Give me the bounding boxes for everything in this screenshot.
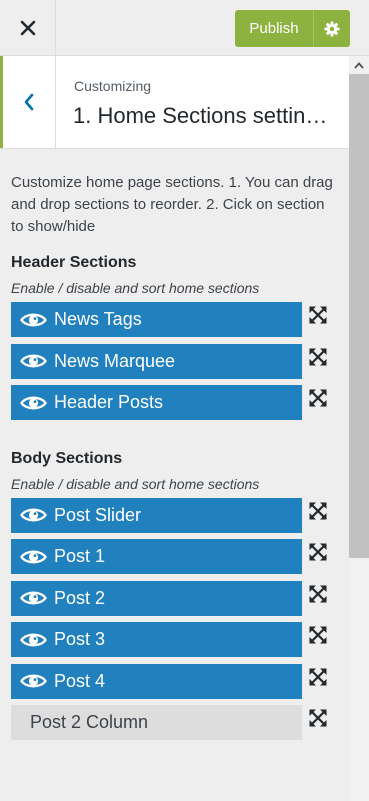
section-label: Post 2 Column (30, 712, 149, 732)
eye-icon (20, 588, 47, 608)
header-sections-subtitle: Enable / disable and sort home sections (11, 280, 260, 296)
drag-handle-icon[interactable] (307, 541, 329, 563)
section-label: Post 4 (54, 670, 106, 691)
scrollbar-thumb[interactable] (349, 74, 369, 558)
drag-handle-icon[interactable] (307, 583, 329, 605)
scroll-up-button[interactable] (349, 56, 369, 74)
breadcrumb: Customizing (74, 78, 152, 94)
section-toggle[interactable]: Post 2 Column (11, 705, 302, 740)
header-sections-title: Header Sections (11, 254, 137, 271)
section-toggle[interactable]: News Tags (11, 302, 302, 337)
section-toggle[interactable]: Post 2 (11, 580, 302, 616)
section-label: Post 3 (54, 629, 106, 649)
section-toggle[interactable]: Header Posts (11, 385, 302, 420)
publish-settings-button[interactable] (313, 10, 350, 47)
description: Customize home page sections. 1. You can… (11, 174, 333, 235)
eye-icon (20, 310, 47, 330)
body-sections-list: Post Slider Post 1 Post 2 Post 3 Post 4 Post … (11, 497, 341, 740)
drag-handle-icon[interactable] (307, 500, 329, 522)
close-icon (20, 20, 35, 36)
gear-icon (324, 21, 340, 36)
section-toggle[interactable]: Post Slider (11, 497, 302, 533)
scrollbar[interactable] (349, 56, 369, 801)
section-row: Post 4 (11, 663, 341, 699)
section-row: News Tags (11, 302, 341, 337)
section-row: News Marquee (11, 343, 341, 379)
eye-icon (20, 547, 47, 567)
eye-icon (20, 351, 47, 371)
section-label: Post 1 (54, 546, 106, 566)
eye-icon (20, 505, 47, 525)
section-row: Header Posts (11, 385, 341, 420)
drag-handle-icon[interactable] (307, 666, 329, 688)
section-row: Post Slider (11, 497, 341, 533)
section-row: Post 2 Column (11, 705, 341, 740)
publish-button[interactable]: Publish (235, 10, 313, 47)
header-sections-list: News Tags News Marquee Header Posts (11, 302, 341, 420)
chevron-up-icon (354, 61, 364, 69)
body-sections-subtitle: Enable / disable and sort home sections (11, 475, 260, 492)
section-toggle[interactable]: Post 1 (11, 539, 302, 574)
eye-icon (20, 630, 47, 650)
section-header: Customizing 1. Home Sections settin… (0, 56, 349, 149)
section-toggle[interactable]: Post 3 (11, 622, 302, 657)
section-label: News Marquee (54, 350, 176, 371)
drag-handle-icon[interactable] (307, 707, 329, 729)
back-button[interactable] (0, 56, 56, 148)
section-row: Post 2 (11, 580, 341, 616)
section-row: Post 1 (11, 539, 341, 574)
section-label: News Tags (54, 309, 142, 329)
body-sections-title: Body Sections (11, 449, 123, 467)
eye-icon (20, 393, 47, 413)
drag-handle-icon[interactable] (307, 304, 329, 326)
section-toggle[interactable]: News Marquee (11, 343, 302, 379)
section-label: Header Posts (54, 392, 164, 412)
chevron-left-icon (24, 93, 34, 111)
section-label: Post Slider (54, 504, 142, 525)
panel-content: Customize home page sections. 1. You can… (11, 172, 341, 747)
customizer-topbar: Publish (0, 0, 369, 56)
drag-handle-icon[interactable] (307, 387, 329, 409)
close-button[interactable] (0, 0, 56, 56)
drag-handle-icon[interactable] (307, 346, 329, 368)
section-toggle[interactable]: Post 4 (11, 663, 302, 699)
section-label: Post 2 (54, 587, 106, 608)
section-title: 1. Home Sections settin… (73, 103, 328, 128)
section-row: Post 3 (11, 622, 341, 657)
eye-icon (20, 671, 47, 691)
publish-group: Publish (235, 10, 350, 47)
drag-handle-icon[interactable] (307, 624, 329, 646)
